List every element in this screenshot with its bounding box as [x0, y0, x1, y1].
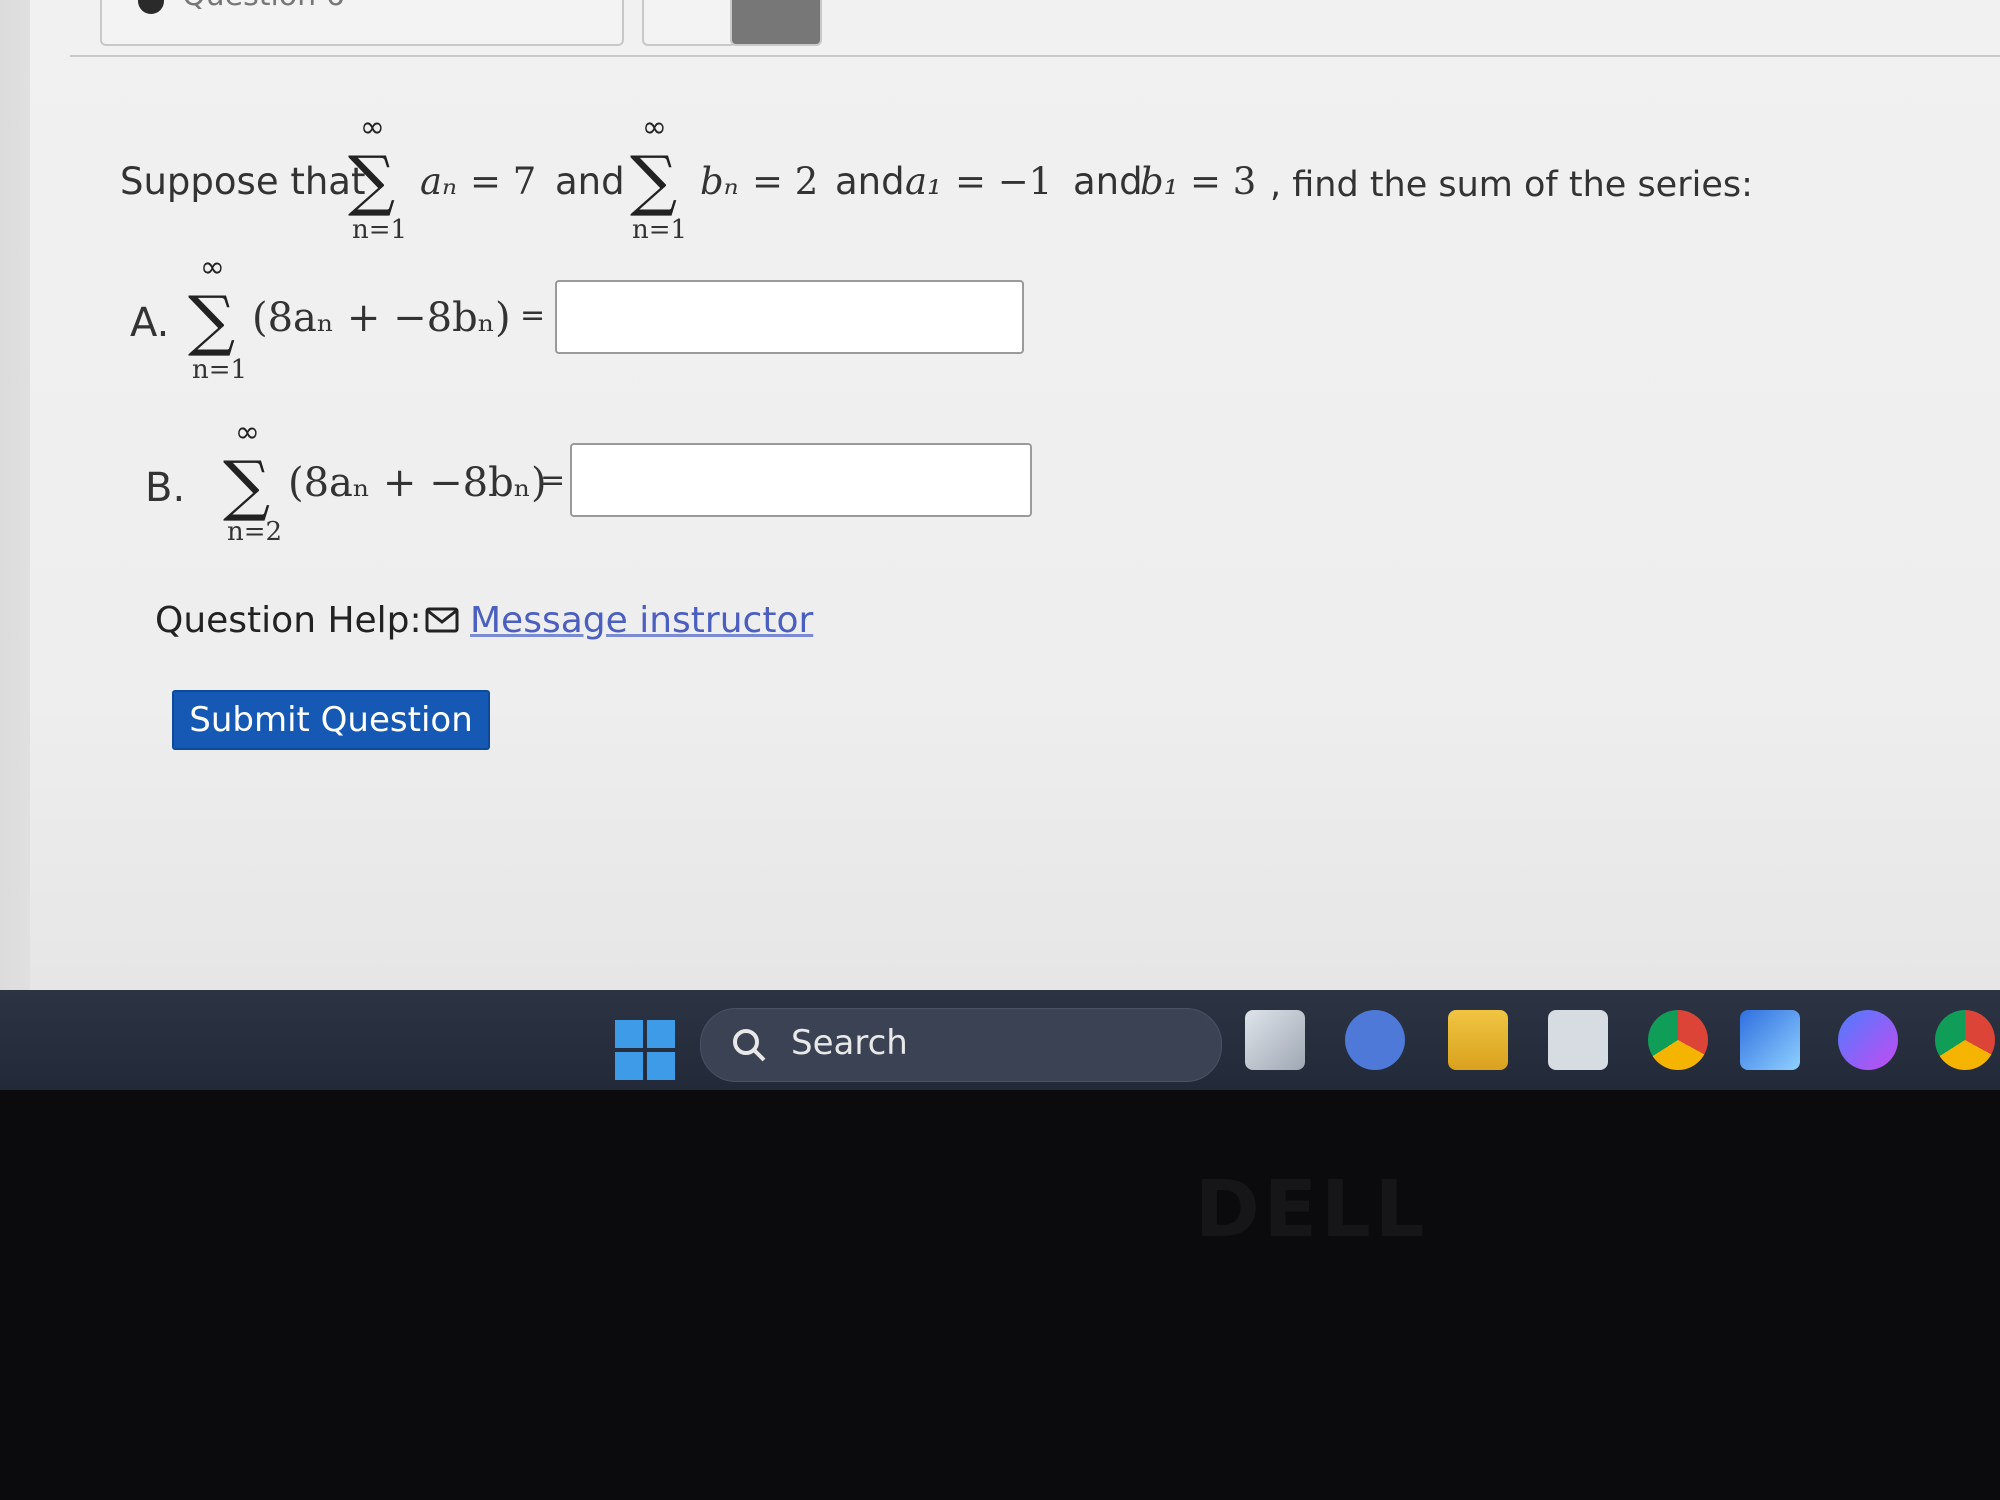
- answer-input-b[interactable]: [570, 443, 1032, 517]
- term-b: bₙ: [700, 160, 739, 203]
- message-instructor-link[interactable]: Message instructor: [470, 600, 813, 641]
- part-label: B.: [145, 465, 186, 511]
- problem-tail: , find the sum of the series:: [1270, 165, 1753, 205]
- sigma-symbol: ∑: [188, 282, 236, 359]
- browser-screen: Question 6 Suppose that ∞ ∑ n=1 aₙ = 7 a…: [0, 0, 2000, 990]
- messenger-icon[interactable]: [1838, 1010, 1898, 1070]
- lower-limit: n=1: [632, 215, 688, 245]
- question-help-label: Question Help:: [155, 600, 422, 641]
- lower-limit: n=1: [192, 355, 248, 385]
- b1-value: = 3: [1190, 160, 1257, 203]
- task-view-icon[interactable]: [1245, 1010, 1305, 1070]
- series-expression: (8aₙ + −8bₙ): [288, 460, 547, 506]
- and-text: and: [1073, 160, 1143, 203]
- divider: [70, 55, 2000, 57]
- equals-sign: =: [540, 463, 566, 498]
- a1-value: = −1: [955, 160, 1053, 203]
- part-b: B. ∞ ∑ n=2 (8aₙ + −8bₙ) =: [130, 415, 1130, 565]
- chrome-icon[interactable]: [1648, 1010, 1708, 1070]
- question-title: Question 6: [182, 0, 345, 13]
- dell-logo: DELL: [1195, 1165, 1429, 1255]
- upper-limit: ∞: [235, 415, 260, 450]
- lower-limit: n=2: [227, 517, 283, 547]
- sigma-symbol: ∑: [348, 142, 396, 219]
- sum-b-value: = 2: [752, 160, 819, 203]
- chrome-profile-icon[interactable]: [1935, 1010, 1995, 1070]
- meet-icon[interactable]: [1345, 1010, 1405, 1070]
- a1-term: a₁: [905, 160, 942, 203]
- search-icon: [733, 1029, 766, 1062]
- question-selector[interactable]: Question 6: [100, 0, 624, 46]
- b1-term: b₁: [1140, 160, 1179, 203]
- file-explorer-icon[interactable]: [1448, 1010, 1508, 1070]
- part-a: A. ∞ ∑ n=1 (8aₙ + −8bₙ) =: [130, 250, 1130, 400]
- taskbar-search[interactable]: Search: [700, 1008, 1222, 1082]
- part-label: A.: [130, 300, 170, 346]
- sigma-symbol: ∑: [223, 447, 271, 524]
- windows-start-icon[interactable]: [615, 1020, 675, 1080]
- status-dot-icon: [138, 0, 164, 14]
- next-question-button[interactable]: [730, 0, 822, 46]
- series-expression: (8aₙ + −8bₙ): [252, 295, 511, 341]
- sum-a-value: = 7: [470, 160, 537, 203]
- submit-question-button[interactable]: Submit Question: [172, 690, 490, 750]
- answer-input-a[interactable]: [555, 280, 1024, 354]
- equals-sign: =: [520, 298, 546, 333]
- sigma-symbol: ∑: [630, 142, 678, 219]
- lower-limit: n=1: [352, 215, 408, 245]
- upper-limit: ∞: [200, 250, 225, 285]
- copilot-icon[interactable]: [1740, 1010, 1800, 1070]
- mail-icon[interactable]: [425, 607, 459, 633]
- and-text: and: [555, 160, 625, 203]
- search-label: Search: [791, 1023, 908, 1063]
- upper-limit: ∞: [360, 110, 385, 145]
- problem-lead: Suppose that: [120, 160, 366, 203]
- problem-statement: Suppose that ∞ ∑ n=1 aₙ = 7 and ∞ ∑ n=1 …: [120, 110, 1820, 250]
- previous-question-button[interactable]: [642, 0, 736, 46]
- taskbar: Search: [0, 990, 2000, 1090]
- term-a: aₙ: [420, 160, 458, 203]
- upper-limit: ∞: [642, 110, 667, 145]
- store-icon[interactable]: [1548, 1010, 1608, 1070]
- and-text: and: [835, 160, 905, 203]
